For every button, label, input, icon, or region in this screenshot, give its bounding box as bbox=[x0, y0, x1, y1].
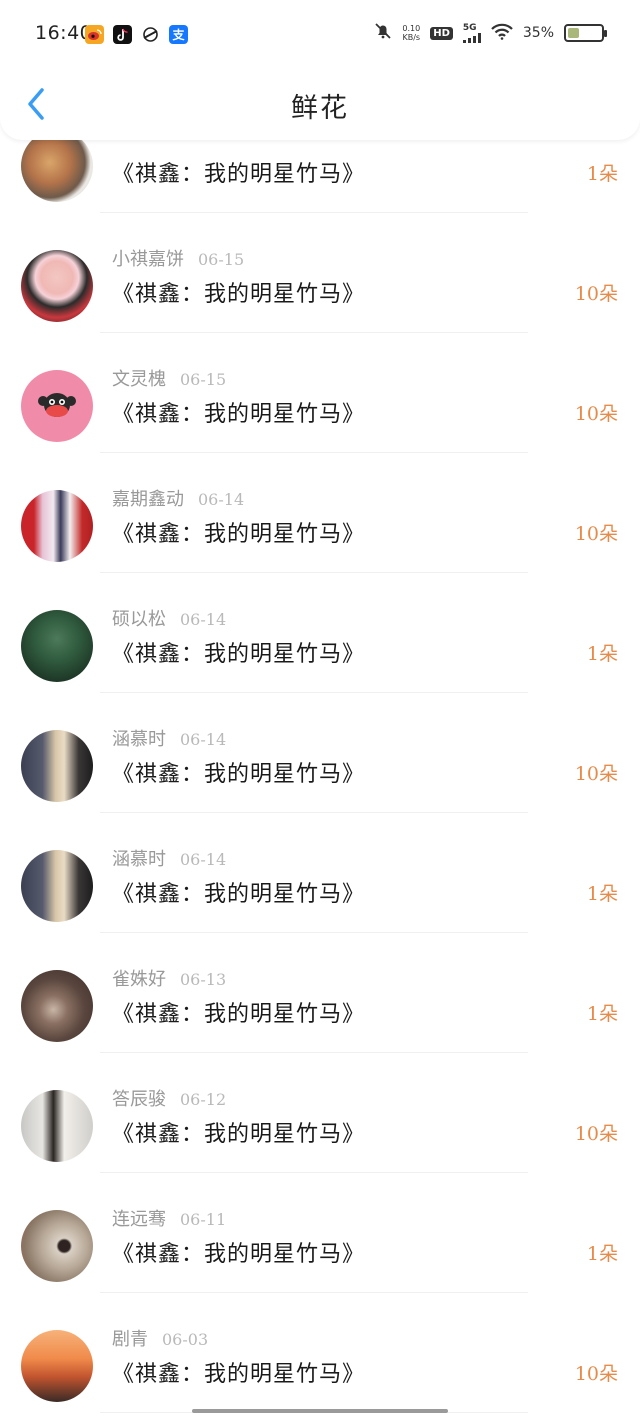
gift-date: 06-03 bbox=[162, 1330, 209, 1349]
gift-date: 06-12 bbox=[180, 1090, 227, 1109]
book-title: 《祺鑫：我的明星竹马》 bbox=[112, 1122, 366, 1147]
network-speed: 0.10 KB/s bbox=[402, 24, 421, 42]
list-item[interactable]: 连远骞 06-11 《祺鑫：我的明星竹马》 1朵 bbox=[0, 1173, 640, 1293]
gift-date: 06-14 bbox=[180, 850, 227, 869]
mute-bell-icon bbox=[374, 22, 392, 44]
sender-name: 嘉期鑫动 bbox=[112, 489, 184, 510]
app-header: 鲜花 bbox=[0, 68, 640, 140]
avatar[interactable] bbox=[21, 130, 93, 202]
avatar[interactable] bbox=[21, 850, 93, 922]
gift-date: 06-14 bbox=[198, 490, 245, 509]
sender-meta: 涵慕时 06-14 bbox=[112, 725, 226, 751]
sender-name: 答辰骏 bbox=[112, 1089, 166, 1110]
list-item[interactable]: 嘉期鑫动 06-14 《祺鑫：我的明星竹马》 10朵 bbox=[0, 453, 640, 573]
book-title: 《祺鑫：我的明星竹马》 bbox=[112, 162, 366, 187]
wifi-icon bbox=[491, 23, 513, 44]
flower-amount: 1朵 bbox=[586, 883, 618, 905]
gift-date: 06-13 bbox=[180, 970, 227, 989]
gift-date: 06-14 bbox=[180, 610, 227, 629]
list-item[interactable]: 涵慕时 06-14 《祺鑫：我的明星竹马》 1朵 bbox=[0, 813, 640, 933]
sender-meta: 小祺嘉饼 06-15 bbox=[112, 245, 244, 271]
browser-icon bbox=[141, 25, 160, 44]
sender-meta: 雀姝好 06-13 bbox=[112, 965, 226, 991]
gift-date: 06-11 bbox=[180, 1210, 227, 1229]
book-title: 《祺鑫：我的明星竹马》 bbox=[112, 642, 366, 667]
sender-name: 小祺嘉饼 bbox=[112, 249, 184, 270]
avatar[interactable] bbox=[21, 730, 93, 802]
book-title: 《祺鑫：我的明星竹马》 bbox=[112, 282, 366, 307]
flower-amount: 1朵 bbox=[586, 643, 618, 665]
flower-amount: 10朵 bbox=[574, 403, 618, 425]
status-bar: 16:40 支 0.10 KB/s HD 5G 35% bbox=[0, 0, 640, 68]
flower-amount: 10朵 bbox=[574, 283, 618, 305]
status-time: 16:40 bbox=[35, 22, 93, 44]
sender-meta: 答辰骏 06-12 bbox=[112, 1085, 226, 1111]
flower-amount: 10朵 bbox=[574, 1363, 618, 1385]
battery-percent: 35% bbox=[522, 25, 554, 41]
list-item[interactable]: 硕以松 06-14 《祺鑫：我的明星竹马》 1朵 bbox=[0, 573, 640, 693]
book-title: 《祺鑫：我的明星竹马》 bbox=[112, 522, 366, 547]
avatar[interactable] bbox=[21, 1210, 93, 1282]
book-title: 《祺鑫：我的明星竹马》 bbox=[112, 1242, 366, 1267]
monkey-logo-icon bbox=[38, 393, 76, 417]
sender-name: 剧青 bbox=[112, 1329, 148, 1350]
sender-name: 涵慕时 bbox=[112, 729, 166, 750]
flower-amount: 1朵 bbox=[586, 1003, 618, 1025]
sender-name: 雀姝好 bbox=[112, 969, 166, 990]
flower-amount: 10朵 bbox=[574, 523, 618, 545]
flower-amount: 10朵 bbox=[574, 1123, 618, 1145]
flower-amount: 1朵 bbox=[586, 1243, 618, 1265]
sender-name: 文灵槐 bbox=[112, 369, 166, 390]
sender-meta: 涵慕时 06-14 bbox=[112, 845, 226, 871]
book-title: 《祺鑫：我的明星竹马》 bbox=[112, 882, 366, 907]
avatar[interactable] bbox=[21, 370, 93, 442]
gift-date: 06-15 bbox=[198, 250, 245, 269]
sender-name: 硕以松 bbox=[112, 609, 166, 630]
gift-date: 06-14 bbox=[180, 730, 227, 749]
list-item[interactable]: 小祺嘉饼 06-15 《祺鑫：我的明星竹马》 10朵 bbox=[0, 213, 640, 333]
avatar[interactable] bbox=[21, 1090, 93, 1162]
cellular-signal-icon: 5G bbox=[462, 23, 481, 43]
alipay-icon: 支 bbox=[169, 25, 188, 44]
battery-icon bbox=[564, 24, 607, 42]
list-item[interactable]: 剧青 06-03 《祺鑫：我的明星竹马》 10朵 bbox=[0, 1293, 640, 1413]
avatar[interactable] bbox=[21, 1330, 93, 1402]
list-item[interactable]: 涵慕时 06-14 《祺鑫：我的明星竹马》 10朵 bbox=[0, 693, 640, 813]
system-icons: 0.10 KB/s HD 5G 35% bbox=[374, 22, 607, 44]
battery-level bbox=[568, 28, 580, 38]
avatar[interactable] bbox=[21, 250, 93, 322]
book-title: 《祺鑫：我的明星竹马》 bbox=[112, 1002, 366, 1027]
notification-app-icons: 支 bbox=[85, 25, 188, 44]
list-item[interactable]: 文灵槐 06-15 《祺鑫：我的明星竹马》 10朵 bbox=[0, 333, 640, 453]
tiktok-icon bbox=[113, 25, 132, 44]
flower-record-list[interactable]: 《祺鑫：我的明星竹马》 1朵 小祺嘉饼 06-15 《祺鑫：我的明星竹马》 10朵… bbox=[0, 0, 640, 1415]
sender-meta: 硕以松 06-14 bbox=[112, 605, 226, 631]
page-title: 鲜花 bbox=[291, 93, 349, 124]
list-item[interactable]: 雀姝好 06-13 《祺鑫：我的明星竹马》 1朵 bbox=[0, 933, 640, 1053]
avatar[interactable] bbox=[21, 490, 93, 562]
home-indicator[interactable] bbox=[192, 1409, 448, 1413]
gift-date: 06-15 bbox=[180, 370, 227, 389]
sender-meta: 剧青 06-03 bbox=[112, 1325, 208, 1351]
book-title: 《祺鑫：我的明星竹马》 bbox=[112, 402, 366, 427]
hd-badge: HD bbox=[430, 26, 453, 40]
avatar[interactable] bbox=[21, 970, 93, 1042]
sender-name: 涵慕时 bbox=[112, 849, 166, 870]
weibo-icon bbox=[85, 25, 104, 44]
book-title: 《祺鑫：我的明星竹马》 bbox=[112, 762, 366, 787]
sender-meta: 嘉期鑫动 06-14 bbox=[112, 485, 244, 511]
sender-name: 连远骞 bbox=[112, 1209, 166, 1230]
flower-amount: 10朵 bbox=[574, 763, 618, 785]
flower-amount: 1朵 bbox=[586, 163, 618, 185]
list-item[interactable]: 答辰骏 06-12 《祺鑫：我的明星竹马》 10朵 bbox=[0, 1053, 640, 1173]
avatar[interactable] bbox=[21, 610, 93, 682]
sender-meta: 文灵槐 06-15 bbox=[112, 365, 226, 391]
sender-meta: 连远骞 06-11 bbox=[112, 1205, 226, 1231]
book-title: 《祺鑫：我的明星竹马》 bbox=[112, 1362, 366, 1387]
